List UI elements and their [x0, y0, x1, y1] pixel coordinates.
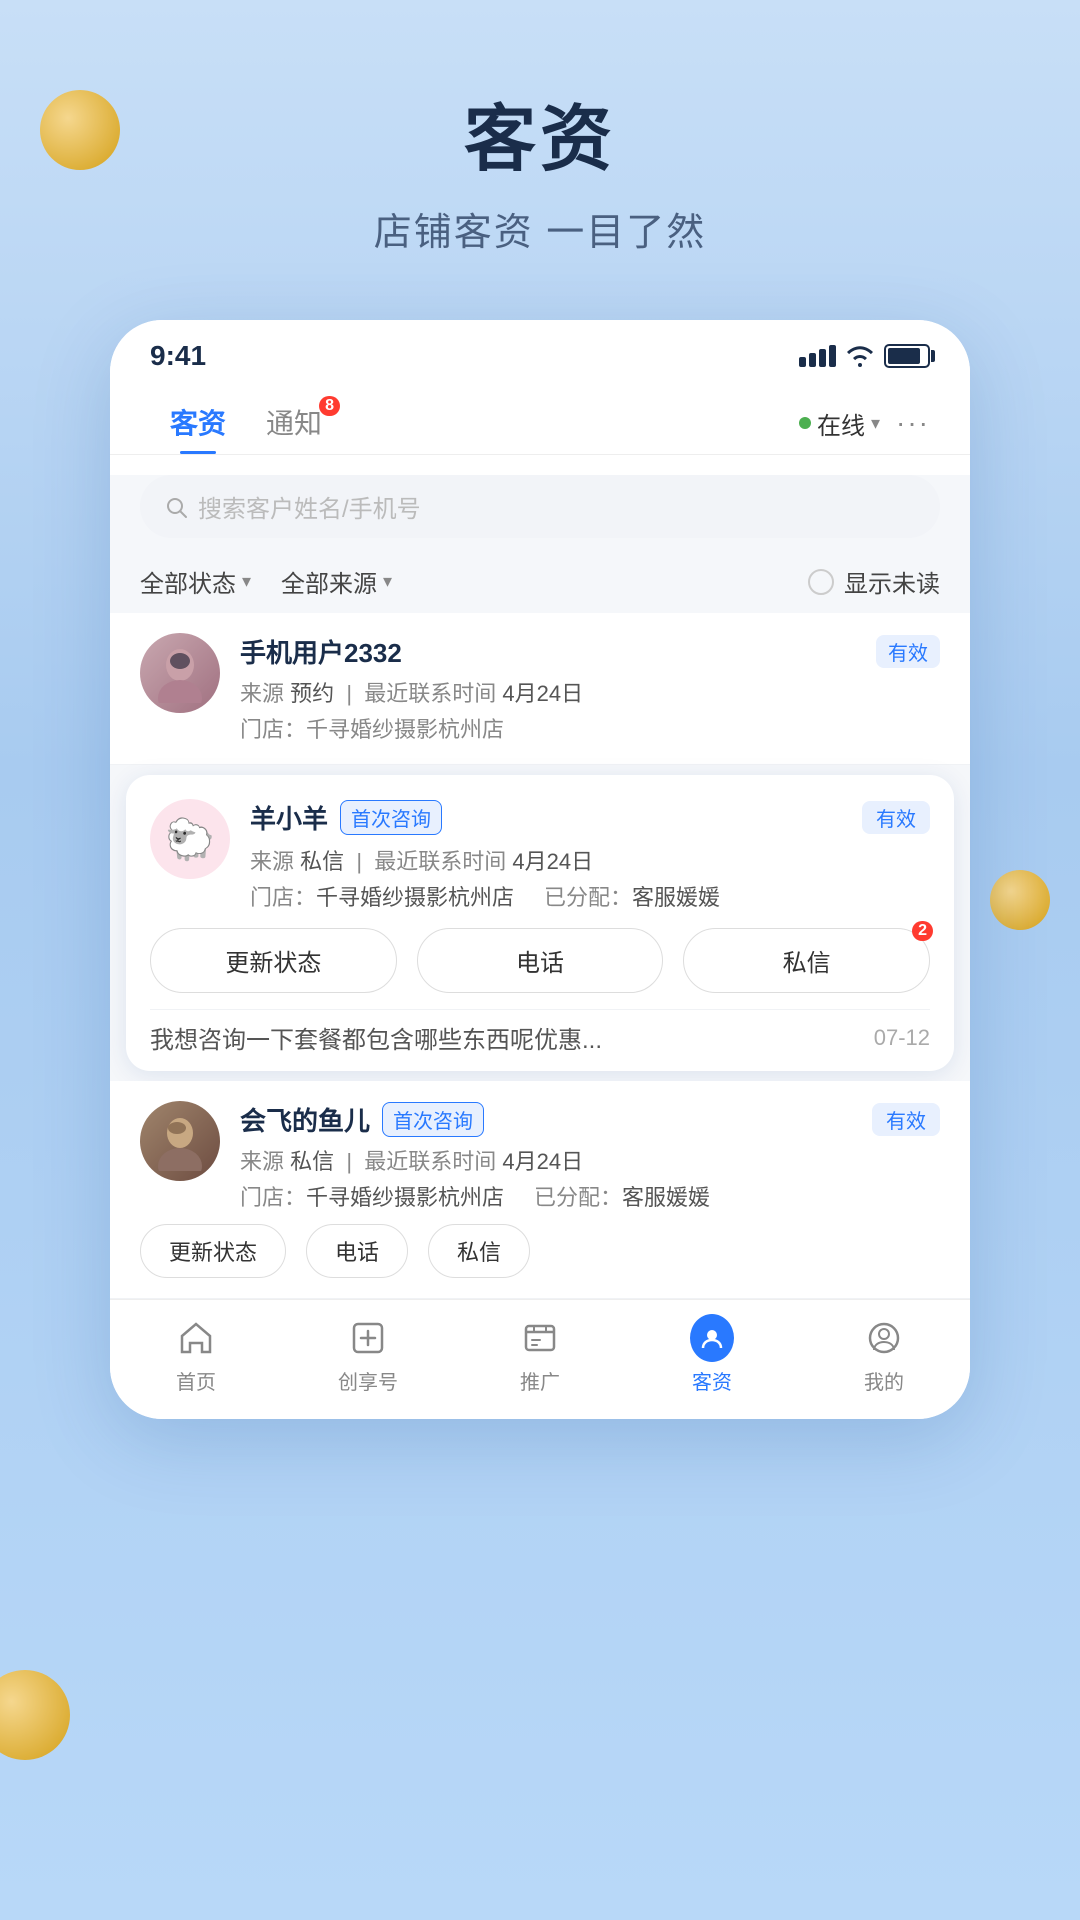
decoration-ball-1	[40, 90, 120, 170]
promote-icon	[518, 1316, 562, 1360]
search-icon	[164, 495, 188, 519]
partial-store-fish: 门店：千寻婚纱摄影杭州店 已分配：客服媛媛	[240, 1180, 940, 1212]
filter-row: 全部状态 ▾ 全部来源 ▾ 显示未读	[110, 558, 970, 613]
highlight-store-sheep: 门店：千寻婚纱摄影杭州店 已分配：客服媛媛	[250, 880, 930, 912]
chevron-down-icon: ▾	[871, 413, 880, 434]
highlight-card-yangxiaoyang[interactable]: 🐑 羊小羊 首次咨询 有效 来源 私信 | 最近联系时间 4月24日 门店：千寻…	[126, 775, 954, 1071]
customer-card-fish[interactable]: 会飞的鱼儿 首次咨询 有效 来源 私信 | 最近联系时间 4月24日 门店：千寻…	[110, 1081, 970, 1299]
phone-btn-fish[interactable]: 电话	[306, 1224, 408, 1278]
private-msg-btn-fish[interactable]: 私信	[428, 1224, 530, 1278]
decoration-ball-2	[990, 870, 1050, 930]
tab-right: 在线 ▾ ···	[799, 406, 930, 441]
status-time: 9:41	[150, 340, 206, 372]
highlight-meta-sheep: 来源 私信 | 最近联系时间 4月24日	[250, 844, 930, 876]
tab-notification[interactable]: 通知 8	[246, 392, 342, 454]
notification-badge: 8	[319, 396, 340, 416]
first-consult-badge-fish: 首次咨询	[382, 1102, 484, 1137]
card-meta-1: 来源 预约 | 最近联系时间 4月24日	[240, 676, 940, 708]
battery-icon	[884, 344, 930, 368]
avatar-sheep: 🐑	[150, 799, 230, 879]
tab-bar: 客资 通知 8 在线 ▾ ···	[110, 382, 970, 455]
customer-name-fish: 会飞的鱼儿	[240, 1101, 370, 1138]
action-buttons-sheep: 更新状态 电话 私信 2	[150, 928, 930, 993]
search-bar[interactable]: 搜索客户姓名/手机号	[140, 475, 940, 538]
avatar-1	[140, 633, 220, 713]
status-icons	[799, 344, 930, 368]
customer-name-1: 手机用户2332	[240, 633, 402, 670]
nav-profile[interactable]: 我的	[834, 1316, 934, 1395]
wifi-icon	[846, 345, 874, 367]
nav-kezi[interactable]: 客资	[662, 1316, 762, 1395]
private-msg-btn-sheep[interactable]: 私信 2	[683, 928, 930, 993]
avatar-fish	[140, 1101, 220, 1181]
chevron-down-icon: ▾	[383, 571, 392, 592]
partial-action-buttons-fish: 更新状态 电话 私信	[140, 1224, 940, 1278]
page-subtitle: 店铺客资 一目了然	[0, 201, 1080, 256]
tab-kezi[interactable]: 客资	[150, 392, 246, 454]
green-dot	[799, 417, 811, 429]
nav-create[interactable]: 创享号	[318, 1316, 418, 1395]
signal-bars	[799, 345, 836, 367]
update-status-btn-sheep[interactable]: 更新状态	[150, 928, 397, 993]
private-msg-badge-sheep: 2	[912, 921, 933, 941]
valid-badge-1: 有效	[876, 635, 940, 668]
card-info-1: 手机用户2332 有效 来源 预约 | 最近联系时间 4月24日 门店：千寻婚纱…	[240, 633, 940, 744]
first-consult-badge-sheep: 首次咨询	[340, 800, 442, 835]
update-status-btn-fish[interactable]: 更新状态	[140, 1224, 286, 1278]
home-icon	[174, 1316, 218, 1360]
message-time-sheep: 07-12	[874, 1025, 930, 1051]
radio-unread	[808, 569, 834, 595]
valid-badge-sheep: 有效	[862, 801, 930, 834]
profile-icon	[862, 1316, 906, 1360]
chevron-down-icon: ▾	[242, 571, 251, 592]
phone-mockup: 9:41 客资 通知	[110, 320, 970, 1419]
message-preview-sheep: 我想咨询一下套餐都包含哪些东西呢优惠... 07-12	[150, 1009, 930, 1055]
status-bar: 9:41	[110, 320, 970, 382]
card-store-1: 门店：千寻婚纱摄影杭州店	[240, 712, 940, 744]
create-icon	[346, 1316, 390, 1360]
customer-name-sheep: 羊小羊	[250, 799, 328, 836]
page-header: 客资 店铺客资 一目了然	[0, 0, 1080, 256]
bottom-nav: 首页 创享号 推广	[110, 1299, 970, 1419]
filter-status[interactable]: 全部状态 ▾	[140, 564, 251, 599]
page-title: 客资	[0, 80, 1080, 185]
kezi-icon	[690, 1316, 734, 1360]
partial-meta-fish: 来源 私信 | 最近联系时间 4月24日	[240, 1144, 940, 1176]
more-button[interactable]: ···	[896, 407, 930, 439]
unread-toggle[interactable]: 显示未读	[808, 564, 940, 599]
phone-btn-sheep[interactable]: 电话	[417, 928, 664, 993]
online-indicator[interactable]: 在线 ▾	[799, 406, 880, 441]
decoration-ball-3	[0, 1670, 70, 1760]
nav-promote[interactable]: 推广	[490, 1316, 590, 1395]
search-placeholder: 搜索客户姓名/手机号	[198, 489, 421, 524]
nav-home[interactable]: 首页	[146, 1316, 246, 1395]
filter-source[interactable]: 全部来源 ▾	[281, 564, 392, 599]
scroll-content: 搜索客户姓名/手机号 全部状态 ▾ 全部来源 ▾ 显示未读	[110, 475, 970, 1299]
valid-badge-fish: 有效	[872, 1103, 940, 1136]
customer-card-1[interactable]: 手机用户2332 有效 来源 预约 | 最近联系时间 4月24日 门店：千寻婚纱…	[110, 613, 970, 765]
